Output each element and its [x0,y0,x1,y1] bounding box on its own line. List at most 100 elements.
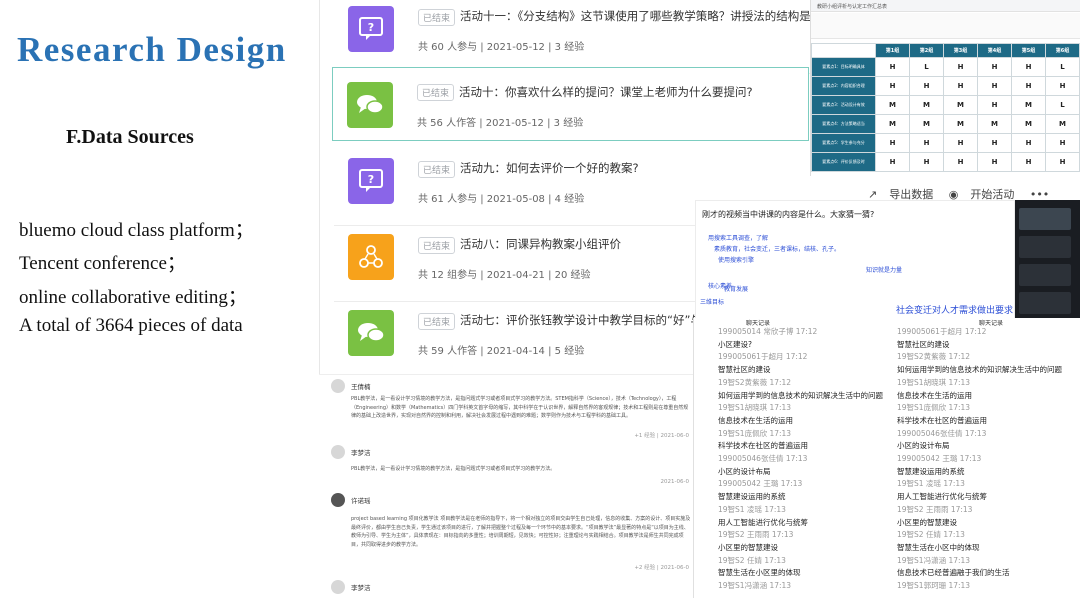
grid-cell[interactable]: M [1011,114,1046,134]
comment-author: 李梦洁 [351,584,371,592]
activity-title[interactable]: 活动七：评价张钰教学设计中教学目标的“好”与“ [460,312,708,328]
chat-message: 小区建设? [718,339,752,349]
grid-cell[interactable]: H [1011,133,1046,153]
grid-cell[interactable]: M [875,95,910,115]
avatar[interactable] [1019,208,1071,230]
annotation-text: 知识就是力量 [866,267,903,274]
chat-message: 科学技术在社区的普遍运用 [718,441,808,451]
grid-cell[interactable]: M [909,114,944,134]
grid-cell[interactable]: M [875,114,910,134]
meeting-shared-screen: 刚才的视频当中讲课的内容是什么。大家猜一猜? 用搜索工具调查，了解 素质教育，社… [695,200,1015,320]
grid-cell[interactable]: H [875,57,910,77]
activity-title[interactable]: 活动八：同课异构教案小组评价 [460,236,621,252]
chat-bubbles-icon [347,82,393,128]
grid-cell[interactable]: H [977,152,1012,172]
column-header: 第6组 [1045,43,1080,58]
comment-footer: 2021-06-0 [660,479,689,485]
grid-cell[interactable]: H [1011,57,1046,77]
grid-cell[interactable]: M [977,114,1012,134]
chat-message: 信息技术在生活的运用 [718,415,793,425]
grid-cell[interactable]: H [909,133,944,153]
comment-item: 许诺瑶 project based learning 项目化教学法 项目教学法是… [331,493,691,573]
chat-message: 小区里的智慧建设 [718,542,778,552]
grid-cell[interactable]: M [943,114,978,134]
grid-cell[interactable]: H [977,57,1012,77]
comment-footer: +2 经验 | 2021-06-0 [634,565,689,571]
activity-meta: 共 59 人作答 | 2021-04-14 | 5 经验 [418,346,585,357]
activity-item[interactable]: ? 已结束 活动十一：《分支结构》这节课使用了哪些教学策略？讲授法的结构是如何体… [334,0,810,74]
grid-cell[interactable]: H [1045,76,1080,96]
table-row: 要素点5：学生参与充分 H H H H H H [811,133,1080,153]
grid-cell[interactable]: H [909,76,944,96]
grid-cell[interactable]: M [943,95,978,115]
chat-meta: 19智S1冯潇涵 17:13 [897,555,971,565]
annotation-text: 素质教育，社会变迁，三者课标，结核、孔子。 [714,246,841,253]
annotation-text: 教育发展 [724,286,749,293]
source-item: A total of 3664 pieces of data [19,315,243,336]
grid-cell[interactable]: L [1045,57,1080,77]
status-badge: 已结束 [418,9,456,26]
slide-subtitle: F.Data Sources [66,126,194,148]
grid-cell[interactable]: H [1011,76,1046,96]
chat-meta: 19智S1庞佩欣 17:13 [897,403,971,413]
grid-cell[interactable]: H [1045,133,1080,153]
grid-cell[interactable]: M [1011,95,1046,115]
grid-cell[interactable]: H [943,57,978,77]
meeting-subtitle: 社会变迁对人才需求做出要求 [896,306,1014,316]
comment-author: 王倩楠 [351,383,371,391]
chat-meta: 19智S2 王雨雨 17:13 [718,530,794,540]
sheet-grid: 第1组 第2组 第3组 第4组 第5组 第6组 要素点1：目标明确具体 H L … [811,43,1080,172]
activity-meta: 共 61 人参与 | 2021-05-08 | 4 经验 [418,194,585,205]
chat-meta: 19智S1郭珂珊 17:13 [897,581,971,591]
chat-meta: 199005061于超月 17:12 [897,327,987,336]
activity-title[interactable]: 活动十：你喜欢什么样的提问？课堂上老师为什么要提问? [459,84,753,100]
grid-cell[interactable]: H [977,133,1012,153]
grid-cell[interactable]: H [875,133,910,153]
chat-message: 小区的设计布局 [718,466,771,476]
grid-cell[interactable]: H [1011,152,1046,172]
chat-message: 智慧社区的建设 [718,365,771,375]
grid-cell[interactable]: H [909,152,944,172]
chat-message: 智慧生活在小区里的体现 [718,568,801,578]
status-badge: 已结束 [418,313,456,330]
activity-item-selected[interactable]: 已结束 活动十：你喜欢什么样的提问？课堂上老师为什么要提问? 共 56 人作答 … [332,67,809,141]
column-header: 第3组 [943,43,978,58]
grid-cell[interactable]: H [977,95,1012,115]
question-icon: ? [348,6,394,52]
avatar [331,445,345,459]
grid-cell[interactable]: H [943,133,978,153]
sheet-toolbar [811,13,1080,39]
grid-cell[interactable]: H [977,76,1012,96]
chat-meta: 199005046张佳倩 17:13 [718,454,808,464]
grid-cell[interactable]: H [875,152,910,172]
chat-meta: 19智S1庞佩欣 17:13 [718,428,792,438]
row-header: 要素点6：评价反馈及时 [811,152,876,172]
sheet-title: 教研小组评析与认定工作汇总表 [811,0,1080,12]
chat-message: 用人工智能进行优化与统筹 [897,492,987,502]
discussion-comments: 王倩楠 PBL教学法，是一看设计学习情境的教学方法，是指问题式学习或者项目式学习… [319,374,693,598]
activity-title[interactable]: 活动十一：《分支结构》这节课使用了哪些教学策略？讲授法的结构是如何体现 [460,8,810,24]
grid-cell[interactable]: L [1045,95,1080,115]
activity-meta: 共 12 组参与 | 2021-04-21 | 20 经验 [418,270,591,281]
comment-body: PBL教学法，是一看设计学习情境的教学方法，是指问题式学习或者项目式学习的教学方… [351,396,689,419]
meeting-question: 刚才的视频当中讲课的内容是什么。大家猜一猜? [702,210,875,219]
avatar[interactable] [1019,292,1071,314]
grid-cell[interactable]: H [943,76,978,96]
chat-meta: 19智S1 凌瑶 17:13 [718,504,786,514]
grid-cell[interactable]: M [909,95,944,115]
avatar[interactable] [1019,236,1071,258]
grid-cell[interactable]: M [1045,114,1080,134]
grid-cell[interactable]: L [909,57,944,77]
chat-message: 如何运用学到的信息技术的知识解决生活中的问题 [897,365,1062,375]
avatar[interactable] [1019,264,1071,286]
chat-message: 智慧社区的建设 [897,339,950,349]
collaborative-spreadsheet: 教研小组评析与认定工作汇总表 第1组 第2组 第3组 第4组 第5组 第6组 要… [810,0,1080,176]
chat-message: 信息技术在生活的运用 [897,390,972,400]
grid-cell[interactable]: H [875,76,910,96]
chat-meta: 19智S1胡晓琪 17:13 [718,403,792,413]
grid-cell[interactable]: H [943,152,978,172]
row-header: 要素点4：方法策略适当 [811,114,876,134]
svg-text:?: ? [368,21,374,34]
grid-cell[interactable]: H [1045,152,1080,172]
activity-title[interactable]: 活动九：如何去评价一个好的教案? [460,160,639,176]
